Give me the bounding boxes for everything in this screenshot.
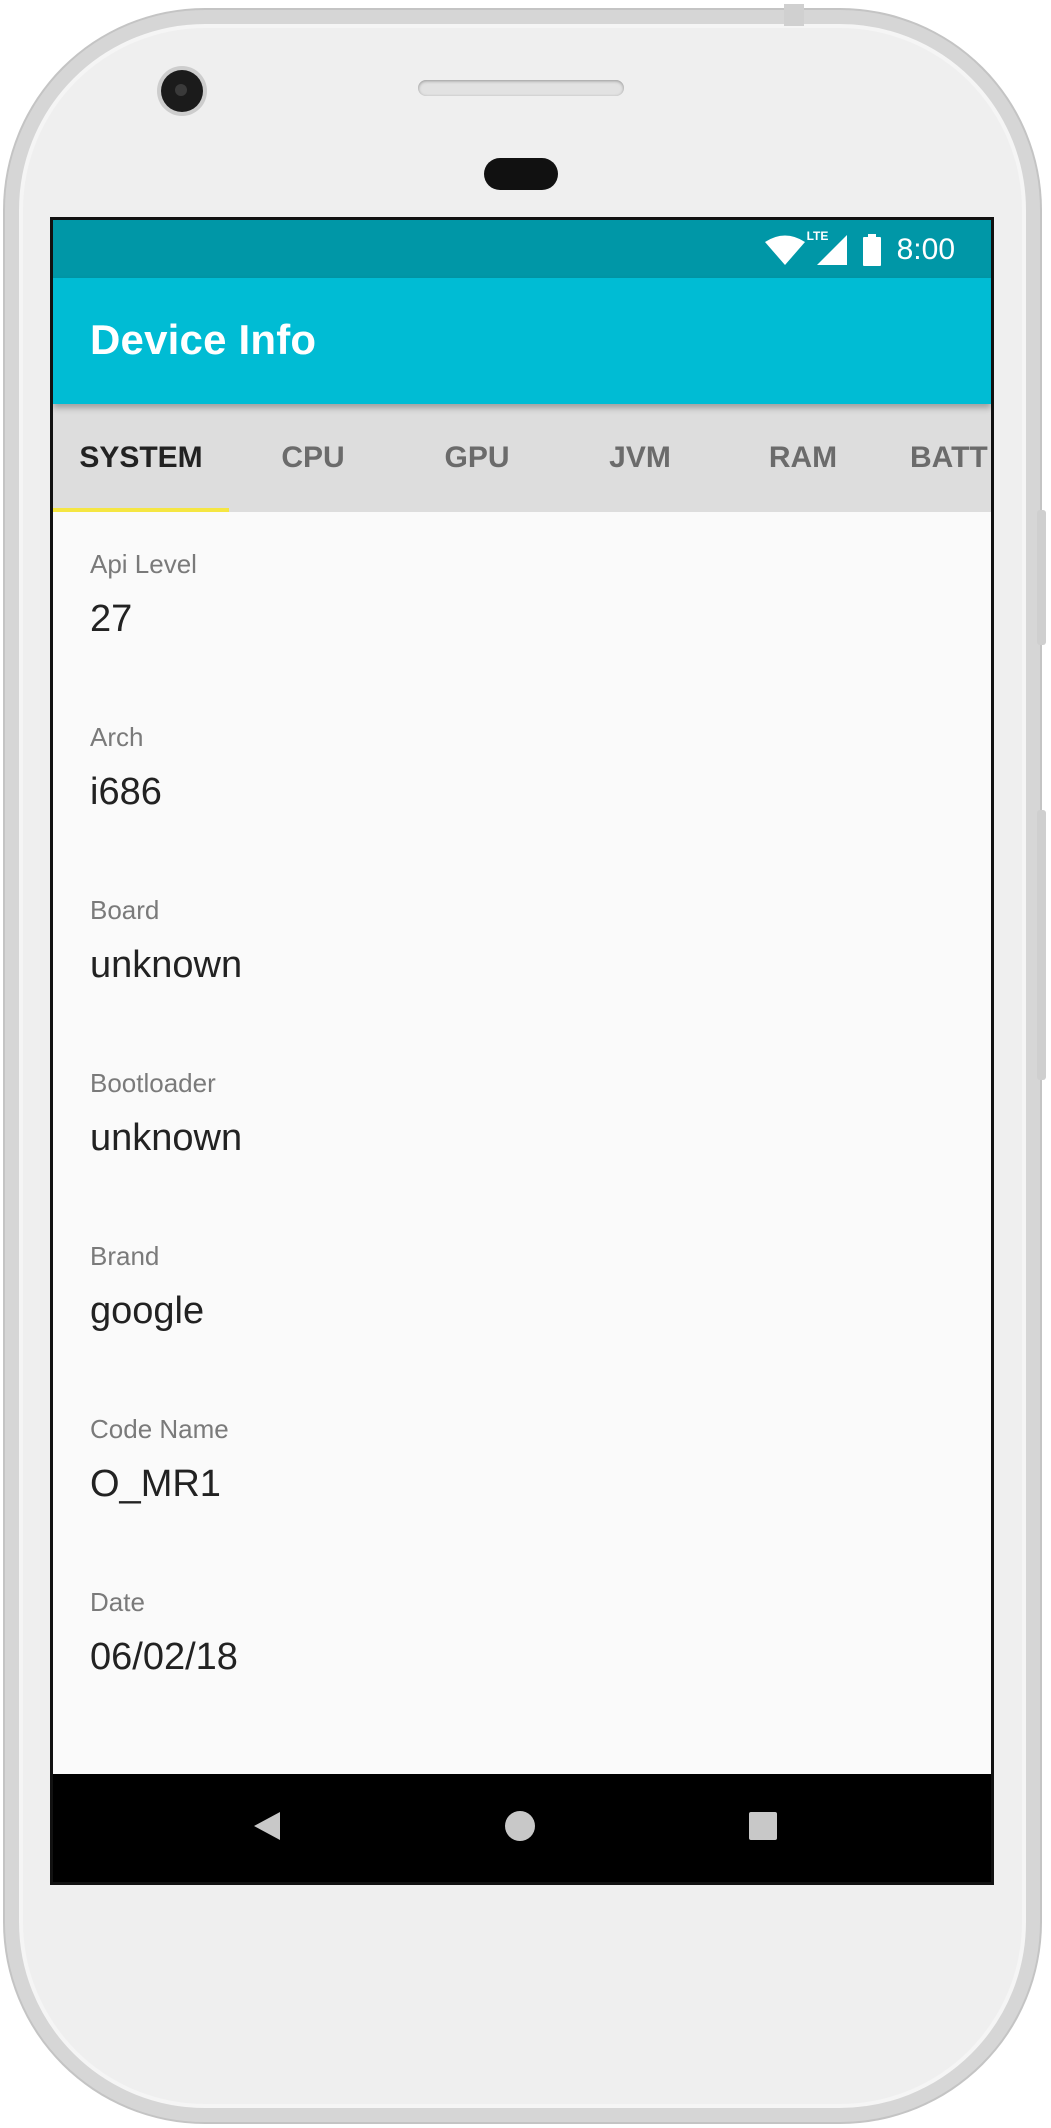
tab-jvm[interactable]: JVM — [580, 404, 700, 512]
status-bar: LTE 8:00 — [53, 220, 991, 278]
app-bar: Device Info — [53, 278, 991, 404]
recents-button[interactable] — [713, 1774, 813, 1882]
status-icons: LTE 8:00 — [764, 229, 955, 270]
navigation-bar — [53, 1774, 991, 1882]
tab-gpu[interactable]: GPU — [417, 404, 537, 512]
list-item-code-name: Code Name O_MR1 — [90, 1413, 229, 1507]
power-button — [1037, 510, 1046, 645]
list-item-arch: Arch i686 — [90, 721, 162, 815]
back-button[interactable] — [217, 1774, 317, 1882]
item-label: Bootloader — [90, 1068, 216, 1098]
item-value: google — [90, 1290, 205, 1332]
tab-bar[interactable]: SYSTEM CPU GPU JVM RAM BATT — [53, 404, 991, 512]
earpiece-speaker — [418, 80, 624, 96]
item-value: 06/02/18 — [90, 1636, 238, 1678]
status-time: 8:00 — [896, 233, 955, 266]
list-item-board: Board unknown — [90, 894, 242, 988]
screen: LTE 8:00 Device Info SYSTEM CPU GPU JVM … — [50, 217, 994, 1885]
home-button[interactable] — [470, 1774, 570, 1882]
back-icon — [252, 1810, 282, 1847]
item-value: unknown — [90, 944, 243, 986]
phone-top-button — [784, 4, 804, 26]
lte-signal-icon: LTE — [807, 229, 849, 267]
list-item-brand: Brand google — [90, 1240, 204, 1334]
wifi-icon — [764, 235, 805, 265]
item-value: i686 — [90, 771, 162, 813]
tab-system[interactable]: SYSTEM — [53, 404, 229, 512]
tab-ram[interactable]: RAM — [743, 404, 863, 512]
front-camera — [161, 70, 203, 112]
proximity-sensor — [484, 158, 558, 190]
volume-button — [1037, 810, 1046, 1080]
list-item-api-level: Api Level 27 — [90, 548, 197, 642]
item-label: Api Level — [90, 549, 197, 579]
list-item-date: Date 06/02/18 — [90, 1586, 238, 1680]
item-label: Arch — [90, 722, 144, 752]
item-label: Date — [90, 1587, 145, 1617]
item-value: 27 — [90, 598, 133, 640]
item-value: unknown — [90, 1117, 243, 1159]
tab-indicator — [53, 508, 229, 512]
item-value: O_MR1 — [90, 1463, 221, 1505]
battery-icon — [862, 234, 881, 266]
recents-icon — [748, 1811, 778, 1846]
tab-battery[interactable]: BATT — [910, 404, 991, 512]
lte-label: LTE — [806, 229, 829, 243]
tab-cpu[interactable]: CPU — [253, 404, 373, 512]
list-item-bootloader: Bootloader unknown — [90, 1067, 242, 1161]
item-label: Code Name — [90, 1414, 229, 1444]
item-label: Brand — [90, 1241, 160, 1271]
home-icon — [504, 1810, 536, 1847]
item-label: Board — [90, 895, 160, 925]
app-title: Device Info — [90, 316, 317, 363]
